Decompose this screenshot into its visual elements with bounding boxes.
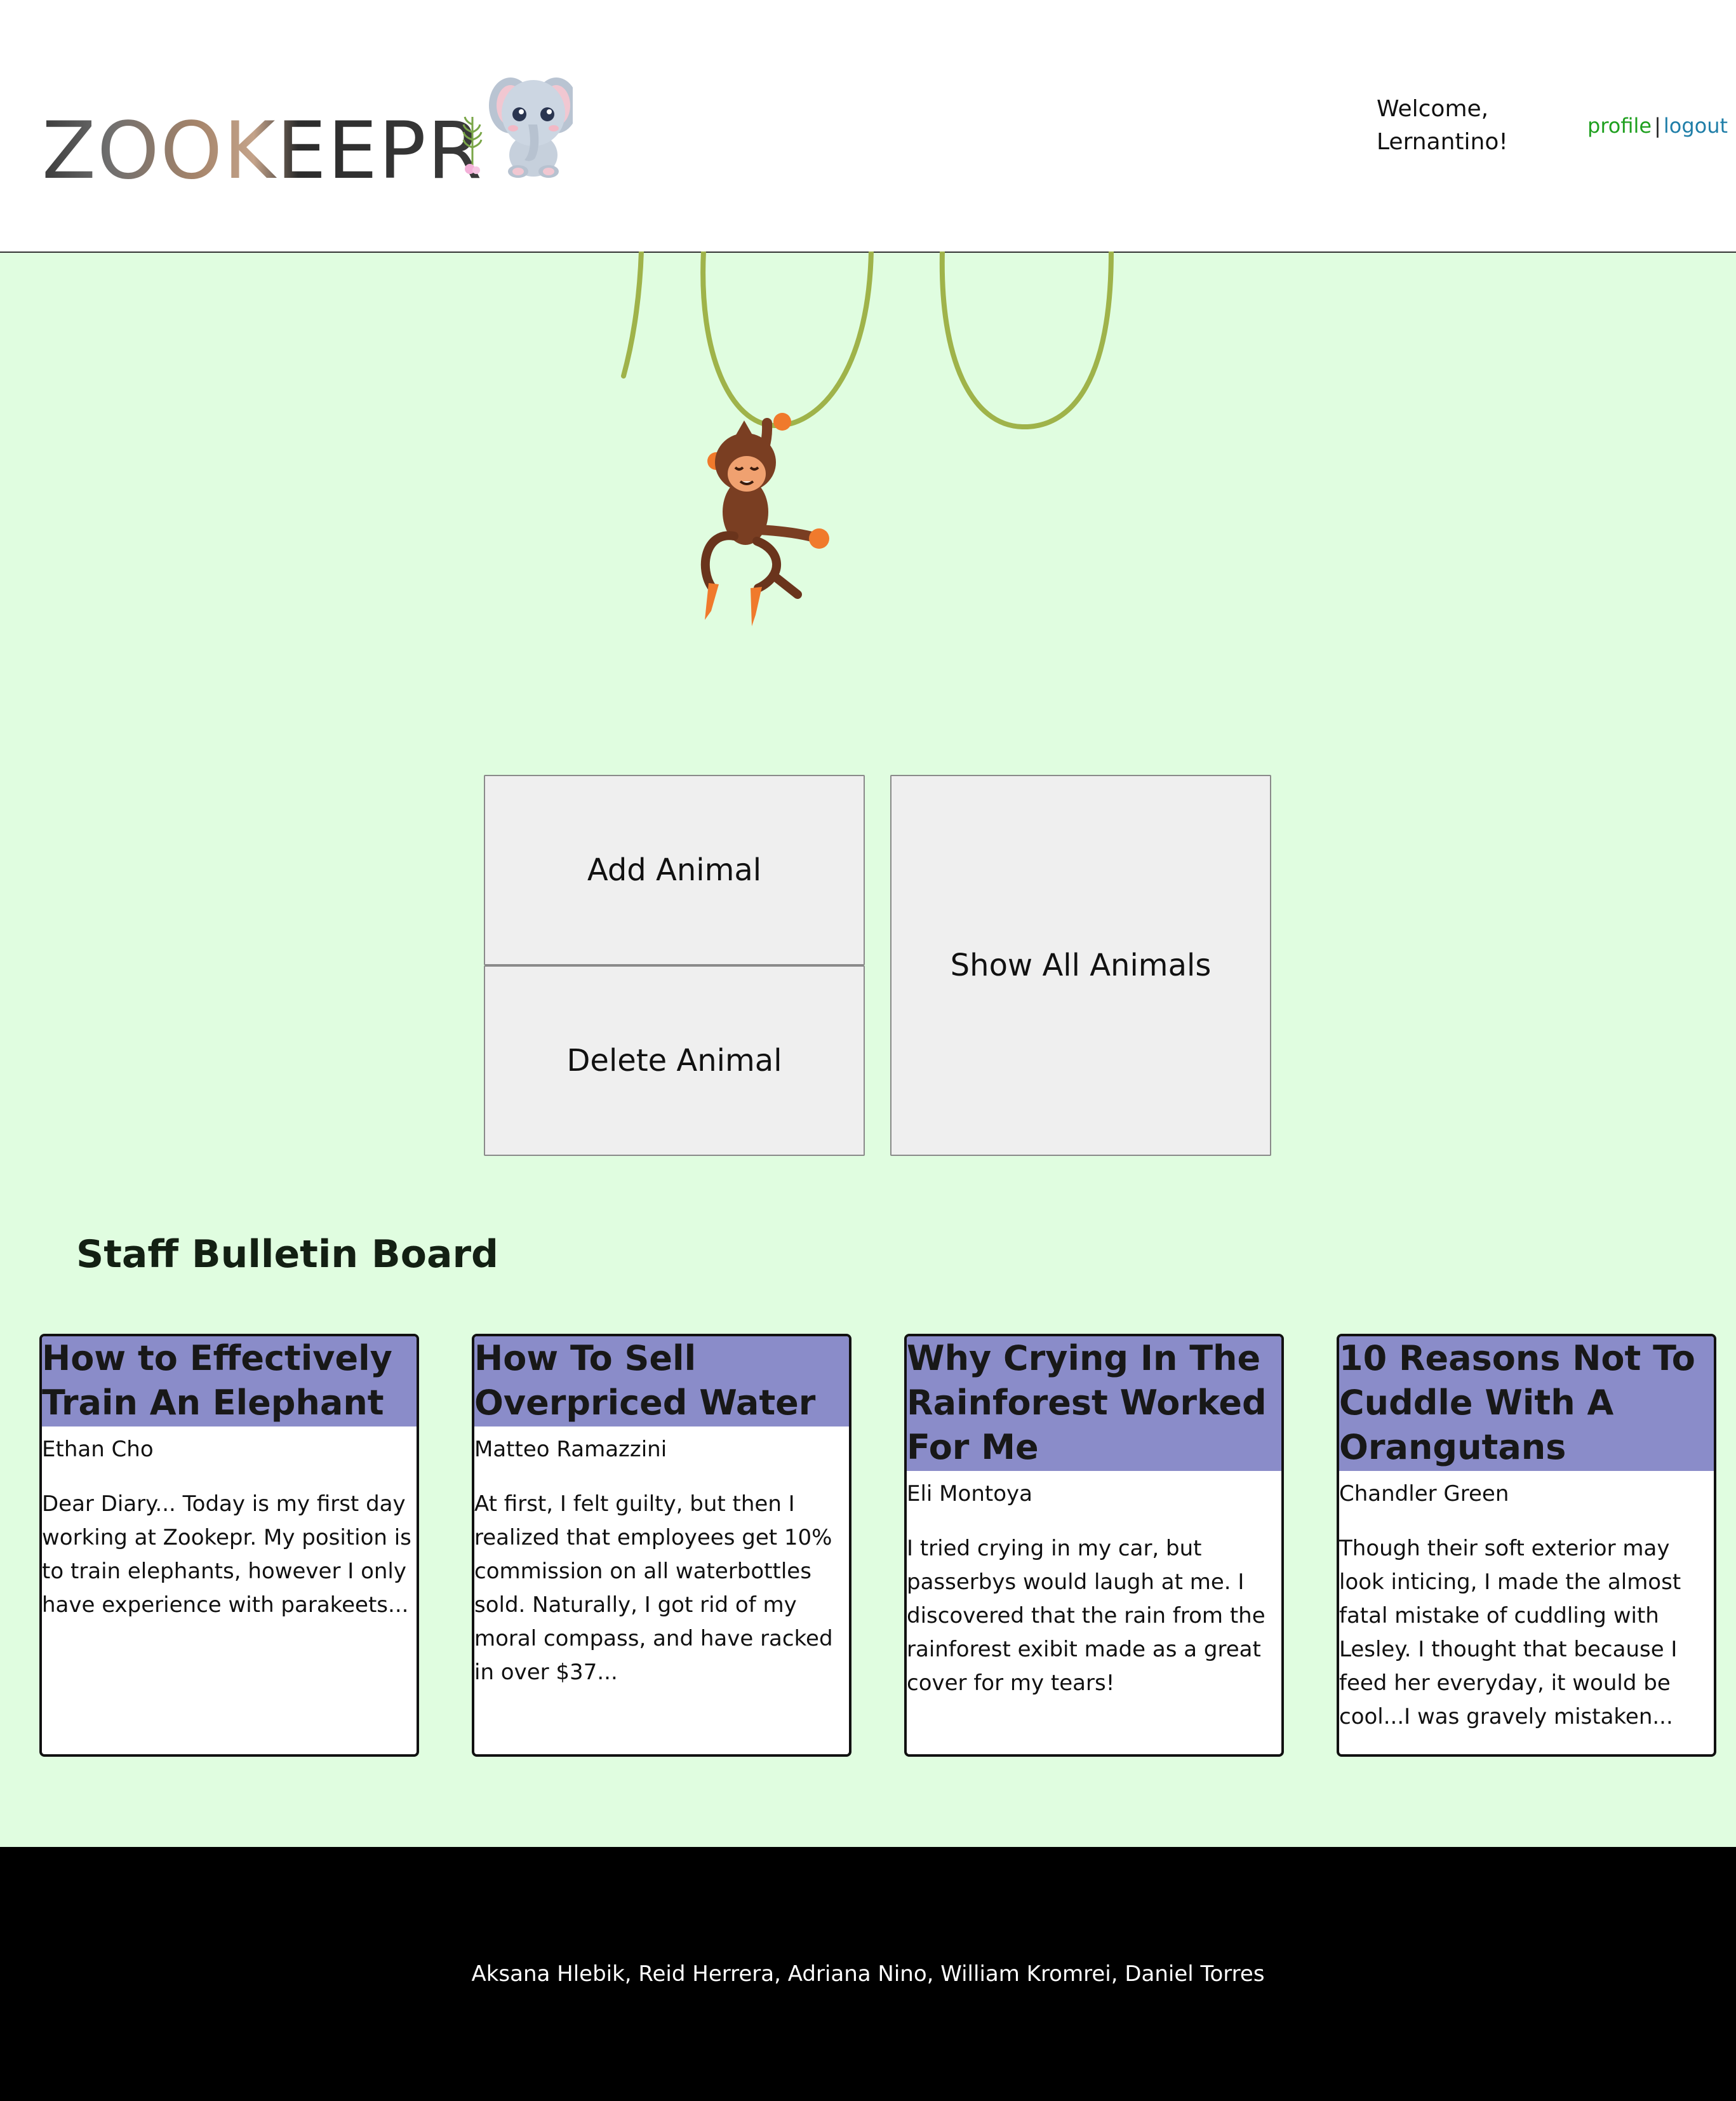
delete-animal-button[interactable]: Delete Animal <box>484 965 865 1156</box>
post-author: Chandler Green <box>1339 1481 1509 1507</box>
show-all-animals-button[interactable]: Show All Animals <box>890 775 1271 1156</box>
link-separator: | <box>1654 114 1661 138</box>
add-animal-label: Add Animal <box>587 852 762 888</box>
post-excerpt: Though their soft exterior may look inti… <box>1339 1536 1681 1729</box>
welcome-message: Welcome, Lernantino! <box>1377 93 1523 159</box>
post-excerpt: I tried crying in my car, but passerbys … <box>907 1536 1265 1696</box>
account-links: profile | logout <box>1587 111 1728 141</box>
welcome-username: Lernantino! <box>1377 129 1508 155</box>
logout-link[interactable]: logout <box>1664 114 1728 138</box>
bulletin-card[interactable]: How To Sell Overpriced Water Matteo Rama… <box>472 1334 851 1757</box>
bulletin-card[interactable]: How to Effectively Train An Elephant Eth… <box>39 1334 419 1757</box>
bulletin-card[interactable]: Why Crying In The Rainforest Worked For … <box>904 1334 1284 1757</box>
delete-animal-label: Delete Animal <box>566 1043 782 1078</box>
bulletin-board-title: Staff Bulletin Board <box>76 1232 498 1277</box>
post-title: 10 Reasons Not To Cuddle With A Oranguta… <box>1339 1336 1714 1471</box>
site-footer: Aksana Hlebik, Reid Herrera, Adriana Nin… <box>0 1847 1736 2101</box>
post-excerpt: Dear Diary... Today is my first day work… <box>42 1491 411 1618</box>
post-title: Why Crying In The Rainforest Worked For … <box>907 1336 1281 1471</box>
add-animal-button[interactable]: Add Animal <box>484 775 865 965</box>
bulletin-card[interactable]: 10 Reasons Not To Cuddle With A Oranguta… <box>1337 1334 1716 1757</box>
site-header: ZOOKEEPR Welcome, Lernantino! profile | … <box>0 0 1736 253</box>
post-excerpt: At first, I felt guilty, but then I real… <box>474 1491 833 1685</box>
post-title: How to Effectively Train An Elephant <box>42 1336 417 1426</box>
monkey-on-vines-illustration <box>621 252 1114 626</box>
profile-link[interactable]: profile <box>1587 114 1652 138</box>
footer-credits: Aksana Hlebik, Reid Herrera, Adriana Nin… <box>471 1961 1265 1987</box>
post-title: How To Sell Overpriced Water <box>474 1336 849 1426</box>
plant-decoration <box>462 116 483 174</box>
site-logo[interactable]: ZOOKEEPR <box>42 66 575 193</box>
post-author: Ethan Cho <box>42 1437 154 1462</box>
logo-text: ZOOKEEPR <box>42 105 484 197</box>
elephant-icon <box>462 77 573 178</box>
show-all-animals-label: Show All Animals <box>950 948 1212 983</box>
welcome-line-1: Welcome, <box>1377 96 1489 122</box>
post-author: Eli Montoya <box>907 1481 1032 1507</box>
post-author: Matteo Ramazzini <box>474 1437 667 1462</box>
